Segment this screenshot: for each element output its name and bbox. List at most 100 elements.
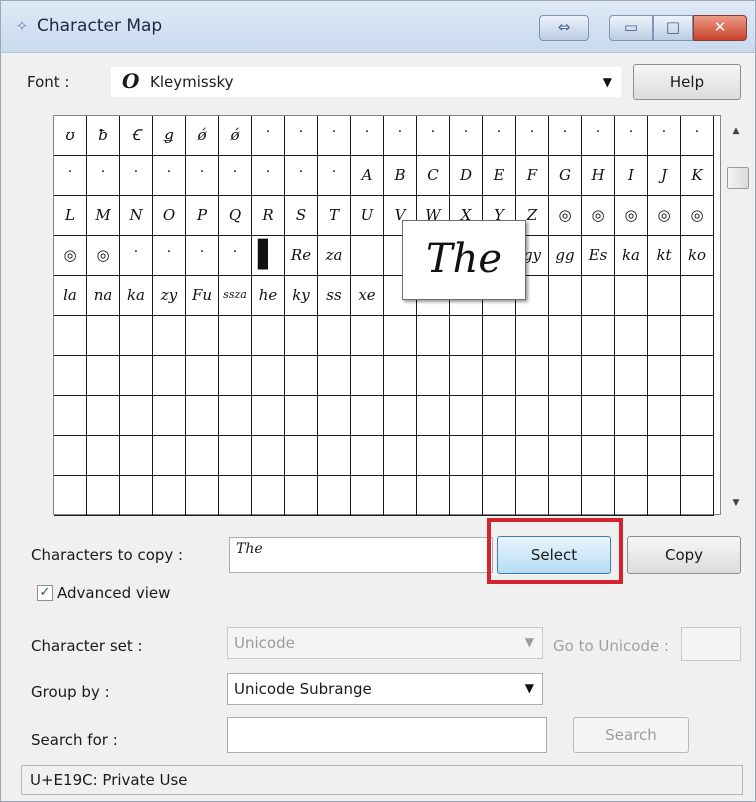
minimize-button[interactable]: ▭ <box>609 15 653 41</box>
character-cell[interactable]: · <box>153 156 186 196</box>
swap-icon[interactable]: ⇔ <box>539 15 589 41</box>
character-cell[interactable] <box>516 356 549 396</box>
character-cell[interactable] <box>417 396 450 436</box>
character-cell[interactable] <box>54 436 87 476</box>
character-cell[interactable] <box>582 276 615 316</box>
character-cell[interactable]: A <box>351 156 384 196</box>
character-cell[interactable]: · <box>252 156 285 196</box>
character-cell[interactable]: H <box>582 156 615 196</box>
character-cell[interactable] <box>648 396 681 436</box>
character-cell[interactable] <box>186 316 219 356</box>
character-cell[interactable]: ǥ <box>153 116 186 156</box>
character-cell[interactable]: ka <box>615 236 648 276</box>
character-cell[interactable] <box>252 436 285 476</box>
character-cell[interactable]: ka <box>120 276 153 316</box>
character-cell[interactable] <box>450 436 483 476</box>
character-cell[interactable] <box>483 356 516 396</box>
character-cell[interactable]: · <box>120 236 153 276</box>
character-cell[interactable] <box>582 396 615 436</box>
character-cell[interactable]: xe <box>351 276 384 316</box>
character-cell[interactable] <box>681 396 714 436</box>
character-cell[interactable] <box>450 356 483 396</box>
character-cell[interactable]: · <box>648 116 681 156</box>
character-cell[interactable] <box>648 476 681 516</box>
character-cell[interactable]: K <box>681 156 714 196</box>
character-cell[interactable] <box>450 316 483 356</box>
character-cell[interactable]: J <box>648 156 681 196</box>
character-cell[interactable] <box>87 396 120 436</box>
character-cell[interactable]: · <box>186 156 219 196</box>
character-cell[interactable] <box>417 356 450 396</box>
maximize-button[interactable]: □ <box>653 15 693 41</box>
character-cell[interactable]: · <box>549 116 582 156</box>
character-cell[interactable]: · <box>219 156 252 196</box>
character-cell[interactable] <box>351 396 384 436</box>
character-cell[interactable] <box>615 316 648 356</box>
character-cell[interactable] <box>153 436 186 476</box>
character-cell[interactable]: · <box>351 116 384 156</box>
character-cell[interactable]: I <box>615 156 648 196</box>
character-cell[interactable] <box>483 436 516 476</box>
character-cell[interactable] <box>219 316 252 356</box>
character-cell[interactable]: ◎ <box>54 236 87 276</box>
character-cell[interactable] <box>549 396 582 436</box>
character-cell[interactable]: · <box>285 116 318 156</box>
character-cell[interactable] <box>219 356 252 396</box>
character-cell[interactable] <box>153 356 186 396</box>
character-cell[interactable] <box>681 356 714 396</box>
character-cell[interactable] <box>417 316 450 356</box>
character-cell[interactable] <box>120 396 153 436</box>
characters-to-copy-input[interactable]: The <box>229 537 493 573</box>
character-cell[interactable] <box>516 476 549 516</box>
character-cell[interactable]: R <box>252 196 285 236</box>
character-cell[interactable]: · <box>318 156 351 196</box>
character-cell[interactable]: · <box>483 116 516 156</box>
character-cell[interactable]: Es <box>582 236 615 276</box>
character-cell[interactable] <box>285 356 318 396</box>
character-cell[interactable]: gg <box>549 236 582 276</box>
character-cell[interactable] <box>351 356 384 396</box>
character-cell[interactable] <box>219 396 252 436</box>
character-cell[interactable]: O <box>153 196 186 236</box>
character-cell[interactable] <box>549 356 582 396</box>
character-cell[interactable]: na <box>87 276 120 316</box>
character-cell[interactable] <box>483 476 516 516</box>
character-cell[interactable] <box>615 436 648 476</box>
character-cell[interactable]: ◎ <box>582 196 615 236</box>
character-cell[interactable] <box>648 316 681 356</box>
character-cell[interactable] <box>87 436 120 476</box>
character-cell[interactable] <box>384 396 417 436</box>
character-cell[interactable] <box>54 356 87 396</box>
character-cell[interactable] <box>549 476 582 516</box>
character-cell[interactable]: M <box>87 196 120 236</box>
character-cell[interactable] <box>252 396 285 436</box>
character-cell[interactable]: la <box>54 276 87 316</box>
character-cell[interactable] <box>351 476 384 516</box>
advanced-view-checkbox[interactable]: ✓ <box>37 585 53 601</box>
title-bar[interactable]: ✧ Character Map ⇔ ▭ □ ✕ <box>1 1 755 53</box>
character-cell[interactable] <box>318 436 351 476</box>
scroll-up-icon[interactable]: ▲ <box>723 121 749 141</box>
character-cell[interactable] <box>318 356 351 396</box>
character-grid-cells[interactable]: ʊ ƀ Ꞓǥ ǿ ǿ · · · · · · · · · · · · · · · · · · · · · · · A B C D E F G H I J K… <box>54 116 714 516</box>
character-cell[interactable] <box>582 476 615 516</box>
character-cell[interactable]: · <box>219 236 252 276</box>
character-cell[interactable]: ◎ <box>549 196 582 236</box>
character-cell[interactable]: · <box>450 116 483 156</box>
character-cell[interactable] <box>54 476 87 516</box>
character-cell[interactable]: C <box>417 156 450 196</box>
character-cell[interactable]: · <box>384 116 417 156</box>
character-cell[interactable]: ◎ <box>615 196 648 236</box>
character-cell[interactable]: L <box>54 196 87 236</box>
character-cell[interactable]: · <box>120 156 153 196</box>
character-cell[interactable] <box>549 436 582 476</box>
character-cell[interactable] <box>54 316 87 356</box>
character-cell[interactable]: E <box>483 156 516 196</box>
character-cell[interactable] <box>120 476 153 516</box>
character-cell[interactable]: ko <box>681 236 714 276</box>
character-cell[interactable]: T <box>318 196 351 236</box>
character-cell[interactable] <box>483 316 516 356</box>
character-cell[interactable]: · <box>54 156 87 196</box>
character-cell[interactable]: Ꞓ <box>120 116 153 156</box>
character-cell[interactable]: Re <box>285 236 318 276</box>
